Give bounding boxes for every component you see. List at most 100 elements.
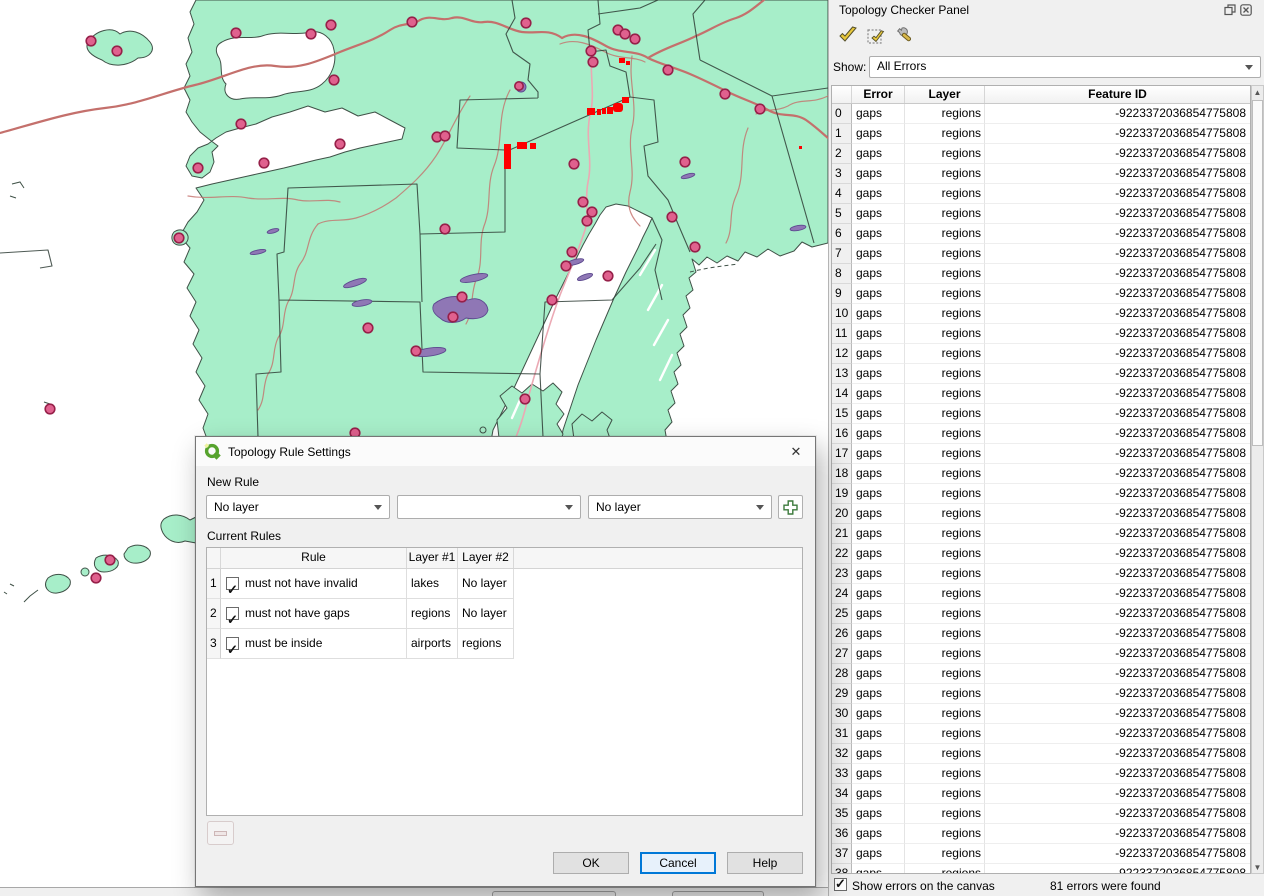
error-row[interactable]: 35gapsregions-9223372036854775808 [832, 804, 1250, 824]
error-row[interactable]: 16gapsregions-9223372036854775808 [832, 424, 1250, 444]
row-index[interactable]: 22 [832, 544, 852, 564]
layer-cell[interactable]: regions [905, 364, 985, 384]
validate-extent-button[interactable] [862, 21, 890, 48]
layer-cell[interactable]: regions [905, 164, 985, 184]
row-index[interactable]: 9 [832, 284, 852, 304]
error-row[interactable]: 6gapsregions-9223372036854775808 [832, 224, 1250, 244]
error-row[interactable]: 9gapsregions-9223372036854775808 [832, 284, 1250, 304]
layer-cell[interactable]: regions [905, 344, 985, 364]
layer-cell[interactable]: regions [905, 264, 985, 284]
error-cell[interactable]: gaps [852, 784, 905, 804]
row-index[interactable]: 33 [832, 764, 852, 784]
error-cell[interactable]: gaps [852, 304, 905, 324]
dialog-titlebar[interactable]: Topology Rule Settings ✕ [196, 437, 815, 466]
layer-cell[interactable]: regions [905, 384, 985, 404]
error-cell[interactable]: gaps [852, 824, 905, 844]
layer1-cell[interactable]: airports [407, 629, 458, 659]
error-cell[interactable]: gaps [852, 684, 905, 704]
show-filter-select[interactable]: All Errors [869, 56, 1261, 78]
error-cell[interactable]: gaps [852, 464, 905, 484]
layer-cell[interactable]: regions [905, 244, 985, 264]
feature-id-cell[interactable]: -9223372036854775808 [985, 284, 1250, 304]
row-index[interactable]: 25 [832, 604, 852, 624]
error-cell[interactable]: gaps [852, 184, 905, 204]
feature-id-cell[interactable]: -9223372036854775808 [985, 724, 1250, 744]
error-row[interactable]: 37gapsregions-9223372036854775808 [832, 844, 1250, 864]
row-index[interactable]: 21 [832, 524, 852, 544]
row-index[interactable]: 29 [832, 684, 852, 704]
error-cell[interactable]: gaps [852, 264, 905, 284]
row-index[interactable]: 38 [832, 864, 852, 874]
error-row[interactable]: 36gapsregions-9223372036854775808 [832, 824, 1250, 844]
row-index[interactable]: 1 [832, 124, 852, 144]
error-row[interactable]: 19gapsregions-9223372036854775808 [832, 484, 1250, 504]
layer-cell[interactable]: regions [905, 724, 985, 744]
error-cell[interactable]: gaps [852, 664, 905, 684]
feature-id-cell[interactable]: -9223372036854775808 [985, 224, 1250, 244]
feature-id-cell[interactable]: -9223372036854775808 [985, 584, 1250, 604]
validate-all-button[interactable] [834, 21, 862, 48]
layer1-cell[interactable]: lakes [407, 569, 458, 599]
feature-id-cell[interactable]: -9223372036854775808 [985, 424, 1250, 444]
error-column-header[interactable]: Error [852, 86, 905, 103]
error-cell[interactable]: gaps [852, 524, 905, 544]
error-row[interactable]: 34gapsregions-9223372036854775808 [832, 784, 1250, 804]
feature-id-cell[interactable]: -9223372036854775808 [985, 644, 1250, 664]
row-index[interactable]: 26 [832, 624, 852, 644]
error-row[interactable]: 15gapsregions-9223372036854775808 [832, 404, 1250, 424]
feature-id-cell[interactable]: -9223372036854775808 [985, 244, 1250, 264]
ok-button[interactable]: OK [553, 852, 629, 874]
taskbar-button-top[interactable] [492, 891, 616, 896]
error-cell[interactable]: gaps [852, 624, 905, 644]
row-index[interactable]: 16 [832, 424, 852, 444]
feature-id-cell[interactable]: -9223372036854775808 [985, 404, 1250, 424]
error-cell[interactable]: gaps [852, 124, 905, 144]
add-rule-button[interactable] [778, 495, 803, 519]
error-cell[interactable]: gaps [852, 484, 905, 504]
feature-id-cell[interactable]: -9223372036854775808 [985, 824, 1250, 844]
error-row[interactable]: 18gapsregions-9223372036854775808 [832, 464, 1250, 484]
row-index[interactable]: 3 [832, 164, 852, 184]
feature-id-cell[interactable]: -9223372036854775808 [985, 664, 1250, 684]
feature-id-cell[interactable]: -9223372036854775808 [985, 744, 1250, 764]
error-row[interactable]: 29gapsregions-9223372036854775808 [832, 684, 1250, 704]
panel-close-button[interactable] [1240, 4, 1252, 16]
rule-row[interactable]: 3✓must be insideairportsregions [207, 629, 802, 659]
layer2-cell[interactable]: regions [458, 629, 514, 659]
layer-cell[interactable]: regions [905, 224, 985, 244]
row-index[interactable]: 12 [832, 344, 852, 364]
layer-cell[interactable]: regions [905, 124, 985, 144]
layer-cell[interactable]: regions [905, 324, 985, 344]
scroll-up-icon[interactable]: ▲ [1252, 86, 1263, 98]
error-cell[interactable]: gaps [852, 804, 905, 824]
rule-cell[interactable]: ✓must not have invalid geometries [221, 569, 407, 599]
index-column-header[interactable] [832, 86, 852, 103]
layer-cell[interactable]: regions [905, 624, 985, 644]
row-index[interactable]: 6 [832, 224, 852, 244]
layer-cell[interactable]: regions [905, 864, 985, 874]
error-row[interactable]: 2gapsregions-9223372036854775808 [832, 144, 1250, 164]
layer1-cell[interactable]: regions [407, 599, 458, 629]
error-row[interactable]: 25gapsregions-9223372036854775808 [832, 604, 1250, 624]
layer-cell[interactable]: regions [905, 524, 985, 544]
feature-id-cell[interactable]: -9223372036854775808 [985, 264, 1250, 284]
layer-cell[interactable]: regions [905, 804, 985, 824]
layer-cell[interactable]: regions [905, 404, 985, 424]
error-row[interactable]: 5gapsregions-9223372036854775808 [832, 204, 1250, 224]
row-index[interactable]: 31 [832, 724, 852, 744]
layer-cell[interactable]: regions [905, 764, 985, 784]
row-index[interactable]: 14 [832, 384, 852, 404]
row-index[interactable]: 36 [832, 824, 852, 844]
error-cell[interactable]: gaps [852, 704, 905, 724]
show-errors-checkbox[interactable]: ✓ [834, 878, 847, 891]
error-cell[interactable]: gaps [852, 444, 905, 464]
feature-id-cell[interactable]: -9223372036854775808 [985, 184, 1250, 204]
delete-rule-button[interactable] [207, 821, 234, 845]
feature-id-cell[interactable]: -9223372036854775808 [985, 604, 1250, 624]
error-cell[interactable]: gaps [852, 384, 905, 404]
taskbar-button-top[interactable] [672, 891, 764, 896]
error-cell[interactable]: gaps [852, 724, 905, 744]
row-index[interactable]: 15 [832, 404, 852, 424]
feature-id-cell[interactable]: -9223372036854775808 [985, 624, 1250, 644]
error-cell[interactable]: gaps [852, 764, 905, 784]
